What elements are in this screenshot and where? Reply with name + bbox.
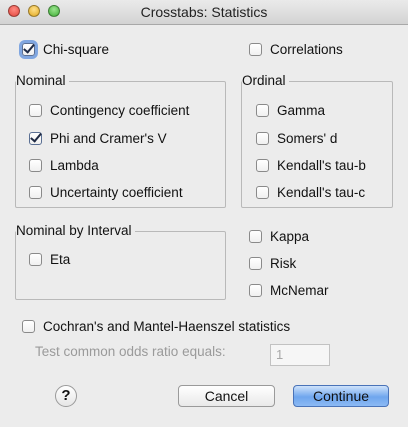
- uncertainty-coefficient-box[interactable]: [29, 185, 42, 199]
- mcnemar-label: McNemar: [270, 282, 329, 298]
- help-button[interactable]: ?: [55, 385, 77, 407]
- kendalls-tau-c-box[interactable]: [256, 185, 269, 199]
- phi-cramers-v-checkmark[interactable]: [29, 131, 42, 145]
- correlations-box[interactable]: [249, 42, 262, 56]
- contingency-coefficient-box[interactable]: [29, 103, 42, 117]
- contingency-coefficient-checkbox[interactable]: Contingency coefficient: [29, 101, 189, 119]
- gamma-checkbox[interactable]: Gamma: [256, 101, 325, 119]
- window-title: Crosstabs: Statistics: [140, 4, 268, 20]
- somers-d-checkbox[interactable]: Somers' d: [256, 129, 337, 147]
- contingency-coefficient-label: Contingency coefficient: [50, 102, 190, 118]
- chi-square-checkmark[interactable]: [22, 42, 35, 56]
- phi-cramers-v-checkbox[interactable]: Phi and Cramer's V: [29, 129, 167, 147]
- kendalls-tau-c-label: Kendall's tau-c: [277, 184, 366, 200]
- kappa-checkbox[interactable]: Kappa: [249, 227, 309, 245]
- continue-button[interactable]: Continue: [293, 385, 389, 407]
- kendalls-tau-b-checkbox[interactable]: Kendall's tau-b: [256, 156, 366, 174]
- gamma-box[interactable]: [256, 103, 269, 117]
- lambda-box[interactable]: [29, 158, 42, 172]
- phi-cramers-v-label: Phi and Cramer's V: [50, 130, 167, 146]
- kappa-box[interactable]: [249, 229, 262, 243]
- chi-square-checkbox[interactable]: Chi-square: [22, 40, 109, 58]
- kendalls-tau-c-checkbox[interactable]: Kendall's tau-c: [256, 183, 365, 201]
- gamma-label: Gamma: [277, 102, 326, 118]
- somers-d-label: Somers' d: [277, 130, 338, 146]
- nominal-by-interval-group-label: Nominal by Interval: [16, 223, 135, 238]
- cancel-button[interactable]: Cancel: [178, 385, 275, 407]
- chi-square-label: Chi-square: [43, 41, 110, 57]
- cochran-mantel-haenszel-box[interactable]: [22, 319, 35, 333]
- title-bar: Crosstabs: Statistics: [0, 0, 408, 25]
- risk-checkbox[interactable]: Risk: [249, 254, 296, 272]
- kappa-label: Kappa: [270, 228, 310, 244]
- correlations-checkbox[interactable]: Correlations: [249, 40, 343, 58]
- risk-label: Risk: [270, 255, 297, 271]
- somers-d-box[interactable]: [256, 131, 269, 145]
- uncertainty-coefficient-label: Uncertainty coefficient: [50, 184, 183, 200]
- mcnemar-box[interactable]: [249, 283, 262, 297]
- eta-box[interactable]: [29, 252, 42, 266]
- uncertainty-coefficient-checkbox[interactable]: Uncertainty coefficient: [29, 183, 183, 201]
- odds-ratio-label: Test common odds ratio equals:: [35, 344, 226, 359]
- correlations-label: Correlations: [270, 41, 343, 57]
- ordinal-group-label: Ordinal: [242, 73, 289, 88]
- eta-label: Eta: [50, 251, 71, 267]
- lambda-label: Lambda: [50, 157, 99, 173]
- cochran-mantel-haenszel-checkbox[interactable]: Cochran's and Mantel-Haenszel statistics: [22, 317, 290, 335]
- kendalls-tau-b-box[interactable]: [256, 158, 269, 172]
- nominal-group-label: Nominal: [16, 73, 69, 88]
- risk-box[interactable]: [249, 256, 262, 270]
- odds-ratio-input[interactable]: 1: [270, 344, 330, 366]
- eta-checkbox[interactable]: Eta: [29, 250, 70, 268]
- kendalls-tau-b-label: Kendall's tau-b: [277, 157, 366, 173]
- cochran-mantel-haenszel-label: Cochran's and Mantel-Haenszel statistics: [43, 318, 291, 334]
- lambda-checkbox[interactable]: Lambda: [29, 156, 99, 174]
- mcnemar-checkbox[interactable]: McNemar: [249, 281, 329, 299]
